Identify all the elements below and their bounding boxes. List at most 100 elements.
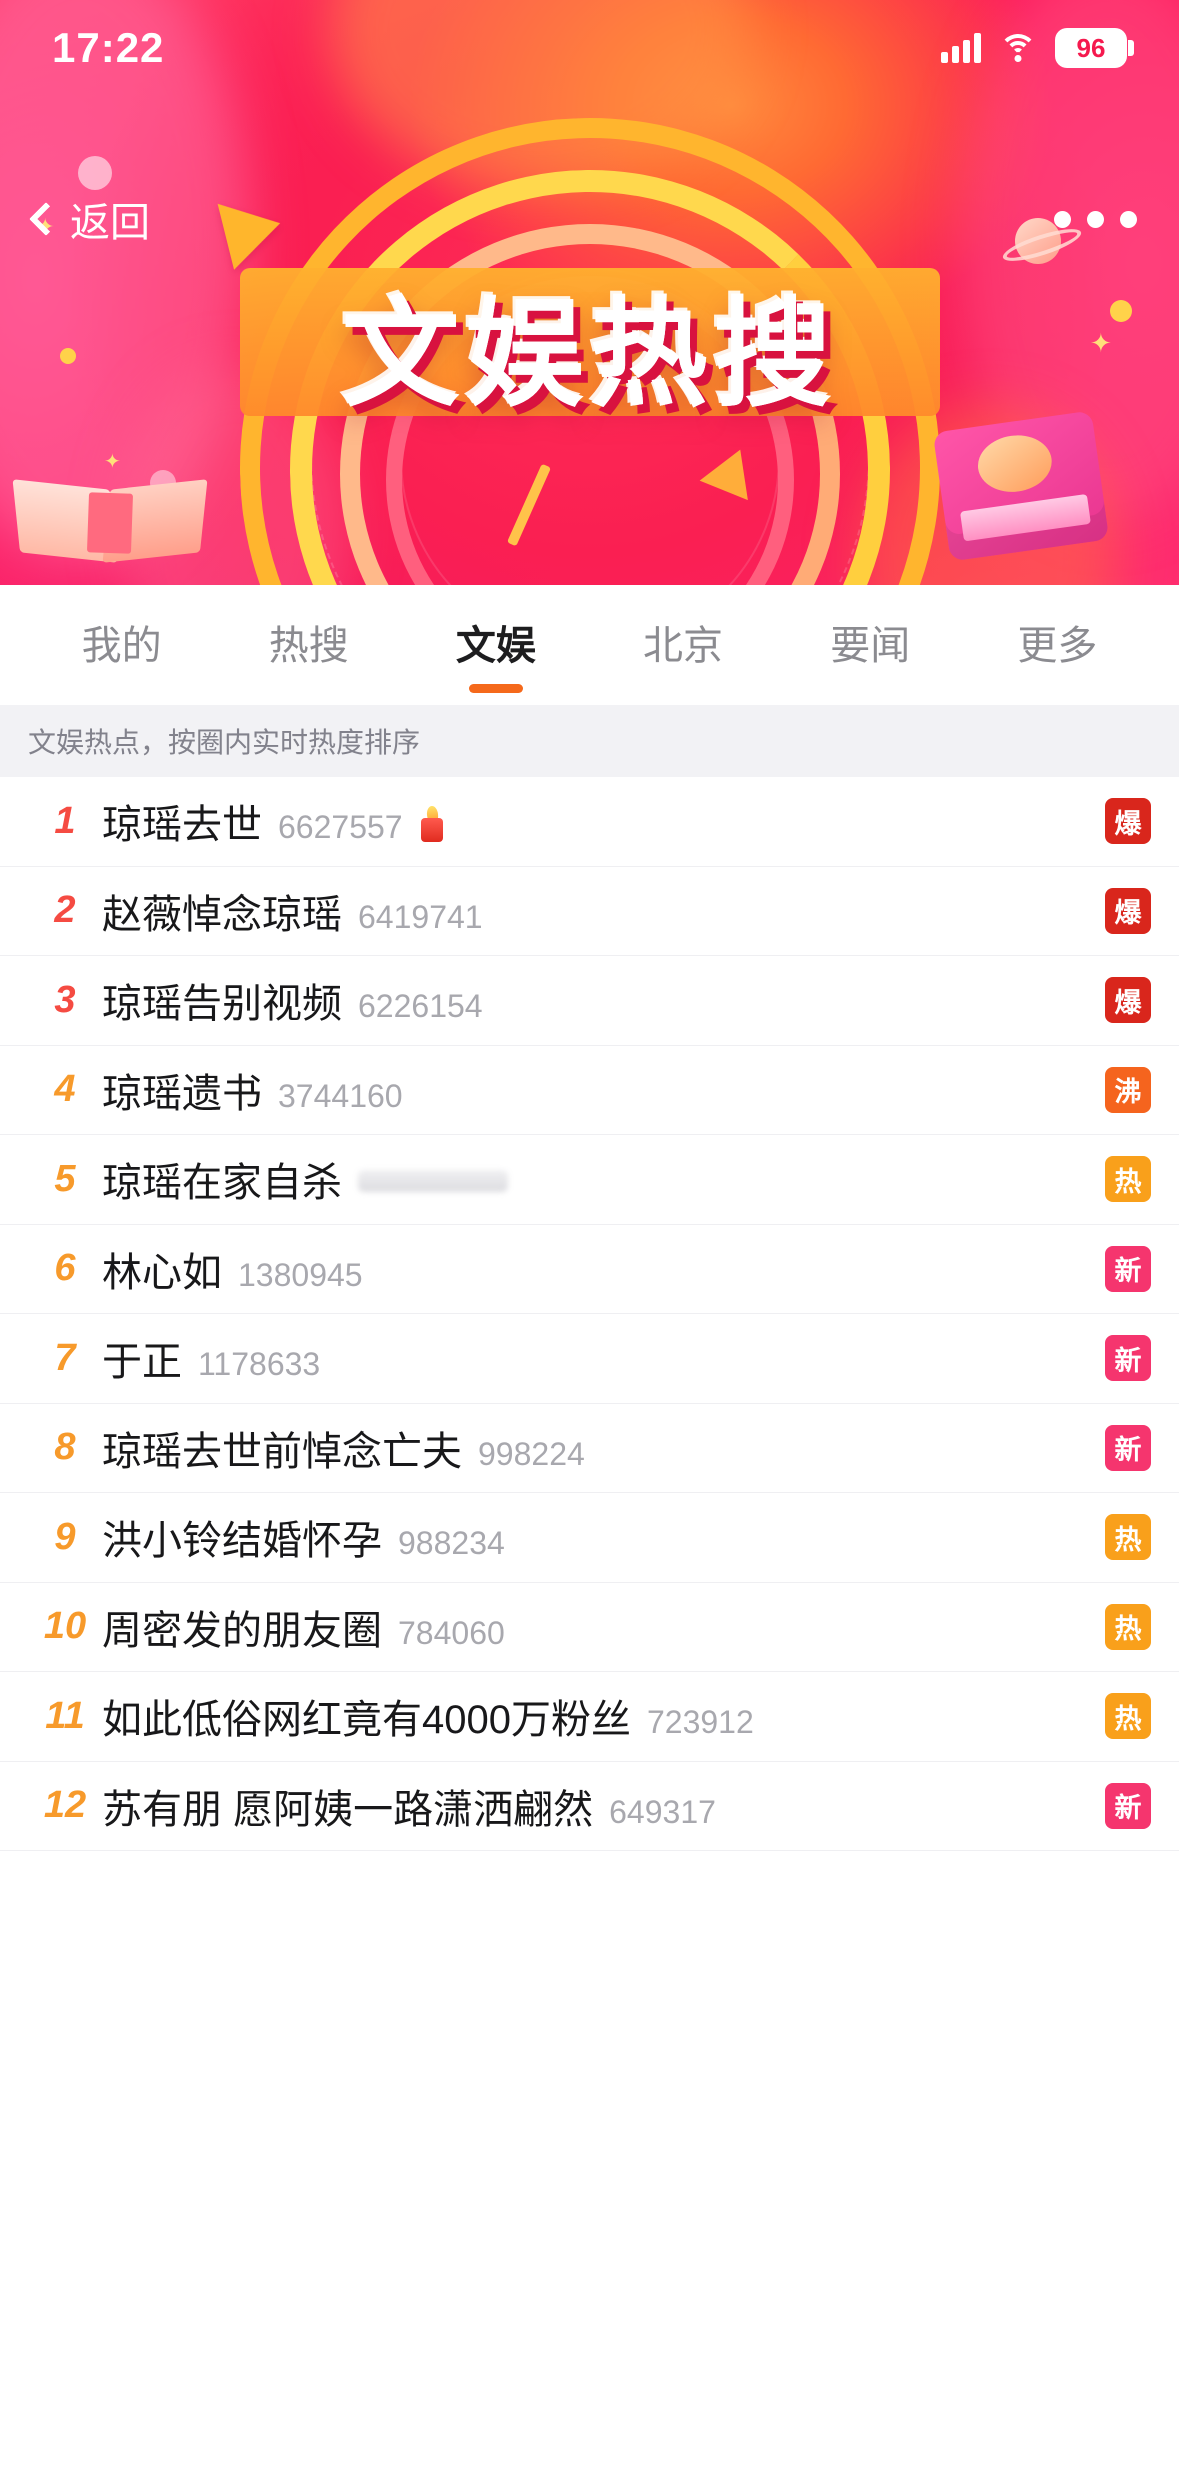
table-row[interactable]: 2 赵薇悼念琼瑶 6419741 爆 — [0, 867, 1179, 956]
row-content: 琼瑶去世 6627557 — [102, 792, 1105, 850]
status-badge: 爆 — [1105, 977, 1151, 1024]
table-row[interactable]: 9 洪小铃结婚怀孕 988234 热 — [0, 1493, 1179, 1583]
rank-number: 11 — [45, 1694, 85, 1737]
entry-title[interactable]: 琼瑶遗书 — [102, 1061, 262, 1119]
status-badge: 热 — [1105, 1603, 1151, 1650]
book-icon — [12, 437, 208, 563]
back-button[interactable]: 返回 — [29, 190, 150, 248]
status-bar: 17:22 96 — [0, 0, 1179, 96]
more-dots-icon[interactable] — [1046, 199, 1145, 240]
tab-label: 北京 — [643, 624, 724, 668]
status-badge: 沸 — [1105, 1066, 1151, 1113]
entry-count: 6627557 — [278, 809, 403, 846]
tab-more[interactable]: 更多 — [1011, 595, 1103, 695]
entry-count: 1178633 — [198, 1346, 321, 1383]
table-row[interactable]: 5 琼瑶在家自杀 热 — [0, 1135, 1179, 1225]
rank-number: 5 — [54, 1157, 76, 1200]
entry-title[interactable]: 琼瑶去世前悼念亡夫 — [102, 1419, 462, 1477]
table-row[interactable]: 10 周密发的朋友圈 784060 热 — [0, 1583, 1179, 1672]
row-content: 于正 1178633 — [102, 1329, 1105, 1387]
rank-number: 6 — [54, 1247, 76, 1290]
entry-count: 3744160 — [278, 1077, 403, 1114]
entry-count: 988234 — [398, 1525, 505, 1562]
status-badge: 新 — [1105, 1782, 1151, 1829]
rank-number: 10 — [43, 1605, 87, 1648]
section-subtitle-text: 文娱热点，按圈内实时热度排序 — [28, 727, 421, 758]
row-content: 苏有朋 愿阿姨一路潇洒翩然 649317 — [102, 1777, 1105, 1835]
table-row[interactable]: 3 琼瑶告别视频 6226154 爆 — [0, 956, 1179, 1046]
camera-icon — [932, 410, 1110, 562]
wifi-icon — [999, 34, 1037, 62]
status-badge: 新 — [1105, 1245, 1151, 1292]
tab-mine[interactable]: 我的 — [76, 595, 168, 695]
row-content: 洪小铃结婚怀孕 988234 — [102, 1508, 1105, 1566]
tab-hotsearch[interactable]: 热搜 — [263, 595, 355, 695]
tab-label: 热搜 — [268, 624, 349, 668]
chevron-left-icon — [29, 202, 63, 236]
rank-number: 2 — [54, 889, 76, 932]
status-badge: 新 — [1105, 1424, 1151, 1471]
entry-count-redacted — [358, 1170, 508, 1193]
status-clock: 17:22 — [52, 24, 165, 71]
tab-bar: 我的 热搜 文娱 北京 要闻 更多 — [0, 585, 1179, 705]
table-row[interactable]: 4 琼瑶遗书 3744160 沸 — [0, 1046, 1179, 1135]
status-icons: 96 — [941, 28, 1134, 68]
hot-search-list: 1 琼瑶去世 6627557 爆 2 赵薇悼念琼瑶 6419741 爆 3 琼瑶告别视频 62261… — [0, 777, 1179, 1851]
table-row[interactable]: 7 于正 1178633 新 — [0, 1314, 1179, 1404]
entry-title[interactable]: 如此低俗网红竟有4000万粉丝 — [102, 1687, 631, 1745]
table-row[interactable]: 1 琼瑶去世 6627557 爆 — [0, 777, 1179, 867]
status-badge: 热 — [1105, 1514, 1151, 1561]
battery-level: 96 — [1076, 32, 1106, 63]
table-row[interactable]: 12 苏有朋 愿阿姨一路潇洒翩然 649317 新 — [0, 1762, 1179, 1851]
tab-entertainment[interactable]: 文娱 — [450, 595, 542, 695]
entry-title[interactable]: 于正 — [102, 1329, 182, 1387]
signal-icon — [941, 33, 981, 63]
status-badge: 爆 — [1105, 798, 1151, 845]
banner-title: 文娱热搜 — [341, 285, 838, 423]
row-content: 琼瑶在家自杀 — [102, 1150, 1105, 1208]
row-content: 琼瑶告别视频 6226154 — [102, 971, 1105, 1029]
section-subtitle: 文娱热点，按圈内实时热度排序 — [0, 705, 1179, 777]
nav-row: 返回 — [0, 190, 1179, 248]
entry-title[interactable]: 林心如 — [102, 1240, 222, 1298]
entry-count: 6226154 — [358, 988, 483, 1025]
tab-label: 更多 — [1017, 624, 1098, 668]
table-row[interactable]: 6 林心如 1380945 新 — [0, 1225, 1179, 1314]
decor-dot — [78, 156, 112, 190]
entry-title[interactable]: 琼瑶去世 — [102, 792, 262, 850]
entry-title[interactable]: 洪小铃结婚怀孕 — [102, 1508, 382, 1566]
entry-count: 649317 — [609, 1793, 716, 1830]
entry-title[interactable]: 琼瑶在家自杀 — [102, 1150, 342, 1208]
rank-number: 3 — [54, 978, 76, 1021]
status-badge: 爆 — [1105, 887, 1151, 934]
rank-number: 9 — [54, 1515, 76, 1558]
tab-news[interactable]: 要闻 — [824, 595, 916, 695]
row-content: 如此低俗网红竟有4000万粉丝 723912 — [102, 1687, 1105, 1745]
row-content: 琼瑶去世前悼念亡夫 998224 — [102, 1419, 1105, 1477]
status-badge: 热 — [1105, 1693, 1151, 1740]
row-content: 周密发的朋友圈 784060 — [102, 1598, 1105, 1656]
entry-title[interactable]: 赵薇悼念琼瑶 — [102, 882, 342, 940]
status-badge: 热 — [1105, 1156, 1151, 1203]
rank-number: 4 — [54, 1068, 76, 1111]
table-row[interactable]: 11 如此低俗网红竟有4000万粉丝 723912 热 — [0, 1672, 1179, 1762]
row-content: 琼瑶遗书 3744160 — [102, 1061, 1105, 1119]
rank-number: 7 — [54, 1336, 76, 1379]
entry-count: 723912 — [646, 1704, 754, 1741]
entry-count: 1380945 — [238, 1256, 363, 1293]
tab-beijing[interactable]: 北京 — [637, 595, 729, 695]
table-row[interactable]: 8 琼瑶去世前悼念亡夫 998224 新 — [0, 1404, 1179, 1493]
tab-active-underline — [468, 684, 523, 693]
row-content: 赵薇悼念琼瑶 6419741 — [102, 882, 1105, 940]
entry-title[interactable]: 周密发的朋友圈 — [102, 1598, 382, 1656]
entry-title[interactable]: 苏有朋 愿阿姨一路潇洒翩然 — [102, 1777, 593, 1835]
entry-title[interactable]: 琼瑶告别视频 — [102, 971, 342, 1029]
entry-count: 784060 — [398, 1614, 505, 1651]
row-content: 林心如 1380945 — [102, 1240, 1105, 1298]
tab-label: 我的 — [81, 624, 162, 668]
entry-count: 6419741 — [358, 898, 483, 935]
tab-label: 要闻 — [830, 624, 911, 668]
rank-number: 12 — [43, 1784, 87, 1827]
hero-banner: ✦ ✦ ✦ 文娱热搜 17:22 96 返回 — [0, 0, 1179, 585]
candle-icon — [419, 805, 445, 843]
